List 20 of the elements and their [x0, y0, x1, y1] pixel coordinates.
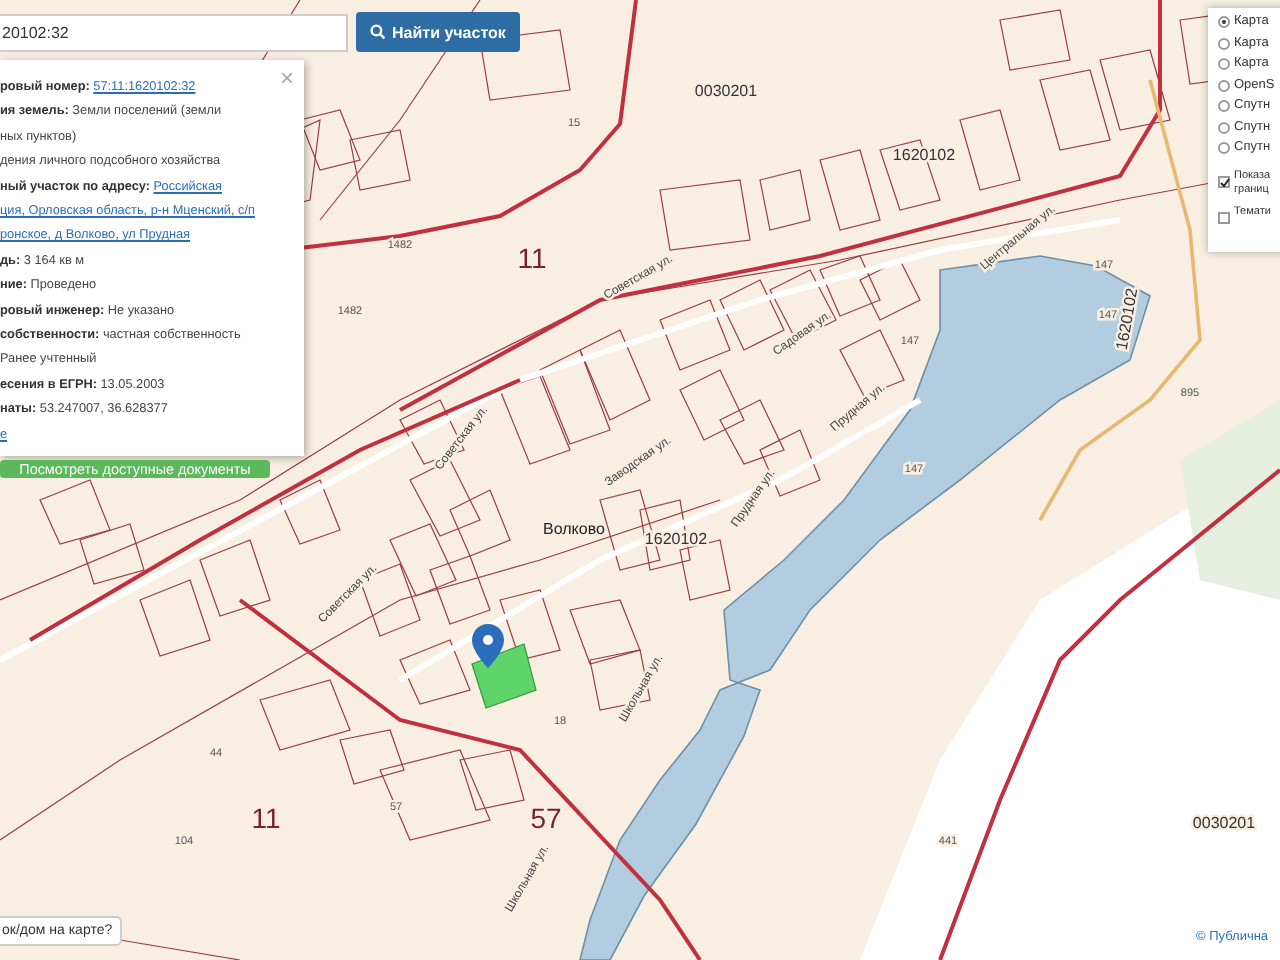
cadastral-search-field[interactable]: 20102:32: [0, 13, 348, 51]
map-label: 0030201: [1192, 814, 1256, 832]
map-label: Волково: [543, 520, 605, 538]
find-parcel-button[interactable]: Найти участок: [356, 12, 520, 52]
radio-button[interactable]: [1218, 16, 1230, 28]
radio-button[interactable]: [1218, 121, 1230, 133]
selected-parcel[interactable]: [471, 643, 537, 709]
radio-button[interactable]: [1218, 37, 1230, 49]
radio-button[interactable]: [1218, 142, 1230, 154]
checkbox[interactable]: [1218, 211, 1230, 223]
map-label: 11: [251, 802, 281, 834]
radio-button[interactable]: [1218, 100, 1230, 112]
radio-button[interactable]: [1218, 79, 1230, 91]
search-icon: [370, 24, 386, 40]
map-label: 0030201: [694, 82, 758, 100]
radio-button[interactable]: [1218, 58, 1230, 70]
map-label: 11: [517, 242, 547, 274]
checkbox[interactable]: [1218, 175, 1230, 187]
map-label: 57: [530, 802, 562, 834]
map-pin-icon[interactable]: [472, 624, 504, 668]
